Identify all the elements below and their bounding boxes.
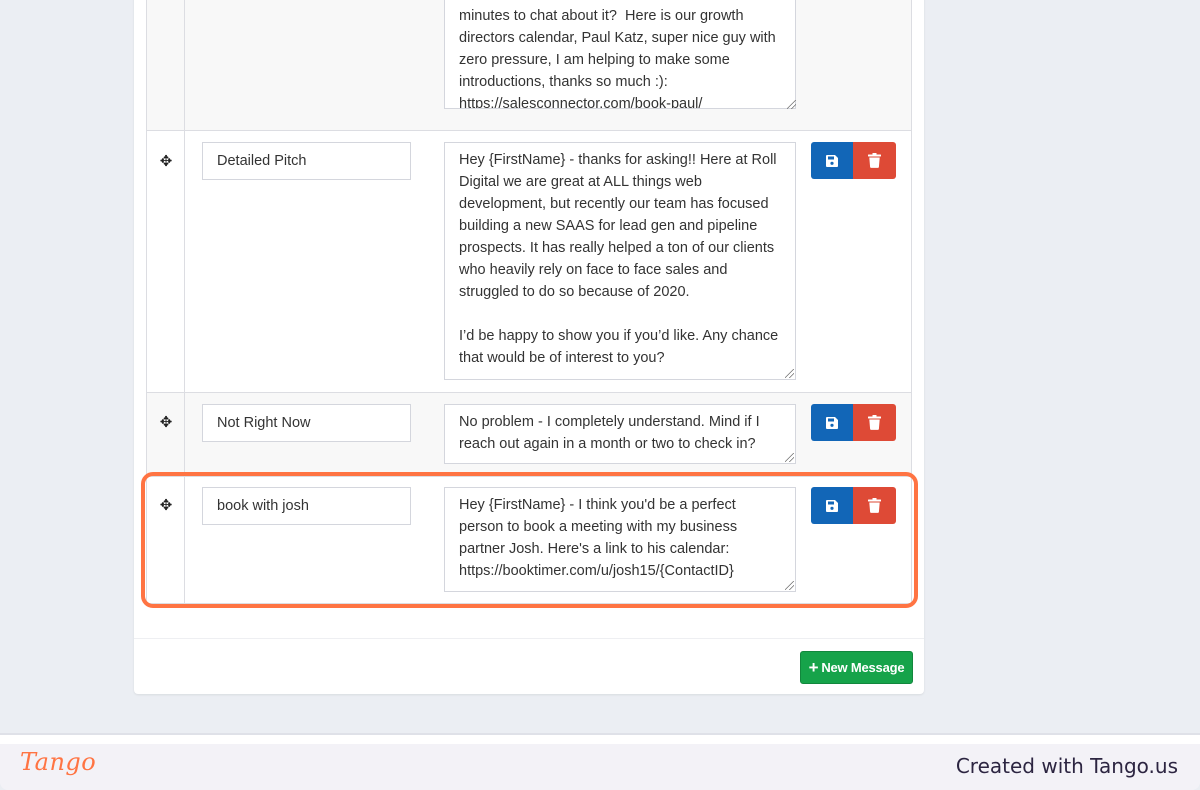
save-button[interactable]: [811, 404, 853, 441]
message-name-input[interactable]: Detailed Pitch: [202, 142, 411, 180]
tango-credit: Created with Tango.us: [955, 754, 1178, 778]
resize-grip-icon[interactable]: [785, 581, 794, 590]
messages-table: minutes to chat about it? Here is our gr…: [146, 0, 912, 620]
new-message-button[interactable]: + New Message: [800, 651, 913, 684]
save-button[interactable]: [811, 487, 853, 524]
save-button[interactable]: [811, 142, 853, 179]
message-name-input[interactable]: Not Right Now: [202, 404, 411, 442]
resize-grip-icon[interactable]: [785, 369, 794, 378]
message-row: ✥ Detailed Pitch Hey {FirstName} - thank…: [146, 131, 912, 393]
trash-icon: [868, 153, 881, 168]
message-row: ✥ book with josh Hey {FirstName} - I thi…: [146, 477, 912, 604]
delete-button[interactable]: [853, 142, 896, 179]
row-actions: [811, 487, 896, 524]
delete-button[interactable]: [853, 487, 896, 524]
message-body-textarea[interactable]: Hey {FirstName} - I think you'd be a per…: [444, 487, 796, 592]
floppy-disk-icon: [826, 154, 838, 167]
message-body-textarea[interactable]: minutes to chat about it? Here is our gr…: [444, 0, 796, 109]
message-name-input[interactable]: book with josh: [202, 487, 411, 525]
trash-icon: [868, 498, 881, 513]
move-arrows-icon[interactable]: ✥: [158, 415, 174, 431]
delete-button[interactable]: [853, 404, 896, 441]
floppy-disk-icon: [826, 416, 838, 429]
card-footer: + New Message: [134, 638, 924, 694]
row-actions: [811, 142, 896, 179]
move-arrows-icon[interactable]: ✥: [158, 154, 174, 170]
message-row: minutes to chat about it? Here is our gr…: [146, 0, 912, 131]
resize-grip-icon[interactable]: [785, 453, 794, 462]
tango-footer: Tango Created with Tango.us: [0, 744, 1200, 790]
floppy-disk-icon: [826, 499, 838, 512]
message-body-textarea[interactable]: No problem - I completely understand. Mi…: [444, 404, 796, 464]
row-actions: [811, 404, 896, 441]
new-message-label: New Message: [821, 660, 905, 675]
trash-icon: [868, 415, 881, 430]
move-arrows-icon[interactable]: ✥: [158, 498, 174, 514]
resize-grip-icon[interactable]: [787, 100, 796, 109]
tango-logo: Tango: [20, 748, 97, 776]
message-row: ✥ Not Right Now No problem - I completel…: [146, 393, 912, 477]
plus-icon: +: [808, 658, 819, 677]
messages-card: minutes to chat about it? Here is our gr…: [134, 0, 924, 694]
message-body-textarea[interactable]: Hey {FirstName} - thanks for asking!! He…: [444, 142, 796, 380]
